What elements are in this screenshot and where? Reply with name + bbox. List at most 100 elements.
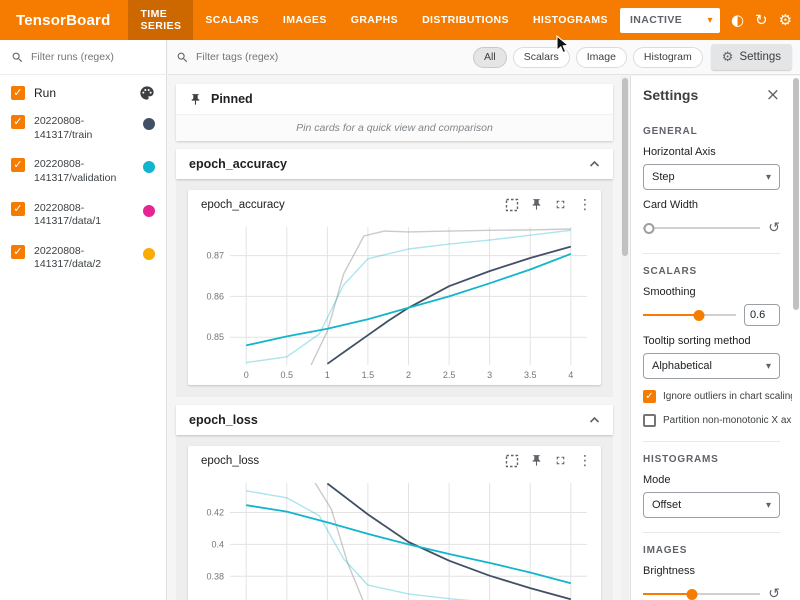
- settings-button[interactable]: ⚙ Settings: [711, 44, 792, 70]
- fullscreen-icon[interactable]: [554, 198, 567, 211]
- run-checkbox[interactable]: ✓: [11, 202, 25, 216]
- refresh-icon[interactable]: ↻: [755, 13, 768, 28]
- runs-filter-row: [0, 40, 166, 75]
- smoothing-slider[interactable]: [643, 304, 736, 326]
- section-heading: SCALARS: [643, 266, 780, 277]
- partition-x-axis-checkbox[interactable]: [643, 414, 656, 427]
- more-options-icon[interactable]: ⋮: [578, 197, 592, 213]
- chip-all[interactable]: All: [473, 47, 507, 68]
- section-header-epoch-accuracy[interactable]: epoch_accuracy: [176, 149, 613, 179]
- chart-card-title: epoch_loss: [201, 455, 259, 467]
- chip-histogram[interactable]: Histogram: [633, 47, 703, 68]
- fullscreen-icon[interactable]: [554, 454, 567, 467]
- status-dropdown[interactable]: INACTIVE ▾: [620, 8, 720, 33]
- chevron-up-icon[interactable]: [589, 416, 600, 424]
- tab-graphs[interactable]: GRAPHS: [339, 0, 410, 40]
- tag-filter-bar: All Scalars Image Histogram ⚙ Settings: [168, 40, 800, 75]
- main-scrollbar: [621, 76, 629, 600]
- section-title: epoch_loss: [189, 413, 258, 427]
- chart-card-header: epoch_loss ⋮: [188, 446, 601, 475]
- smoothing-value-input[interactable]: [744, 304, 780, 326]
- tooltip-sorting-select[interactable]: Alphabetical ▾: [643, 353, 780, 379]
- runs-header-row: ✓ Run: [0, 75, 166, 107]
- settings-section-images: IMAGES Brightness ↺ Contrast ↺: [643, 533, 780, 600]
- tab-time-series[interactable]: TIME SERIES: [128, 0, 193, 40]
- slider-thumb[interactable]: [687, 589, 698, 600]
- ignore-outliers-row: ✓ Ignore outliers in chart scaling: [643, 390, 780, 403]
- fit-domain-icon[interactable]: [505, 198, 519, 212]
- chip-scalars[interactable]: Scalars: [513, 47, 570, 68]
- svg-text:0.4: 0.4: [211, 539, 224, 549]
- fit-domain-icon[interactable]: [505, 454, 519, 468]
- card-width-slider[interactable]: [643, 217, 760, 239]
- svg-text:2: 2: [406, 370, 411, 380]
- dark-mode-toggle-icon[interactable]: ◐: [731, 13, 744, 28]
- section-heading: IMAGES: [643, 545, 780, 556]
- run-row-validation[interactable]: ✓ 20220808-141317/validation: [0, 150, 166, 193]
- run-checkbox[interactable]: ✓: [11, 158, 25, 172]
- svg-text:2.5: 2.5: [443, 370, 456, 380]
- tab-histograms[interactable]: HISTOGRAMS: [521, 0, 620, 40]
- settings-section-scalars: SCALARS Smoothing Tooltip sorting method…: [643, 254, 780, 442]
- slider-thumb[interactable]: [693, 310, 704, 321]
- histogram-mode-select[interactable]: Offset ▾: [643, 492, 780, 518]
- pinned-card: Pinned Pin cards for a quick view and co…: [176, 84, 613, 141]
- tab-images[interactable]: IMAGES: [271, 0, 339, 40]
- reset-icon[interactable]: ↺: [768, 586, 780, 600]
- run-checkbox[interactable]: ✓: [11, 245, 25, 259]
- svg-text:3.5: 3.5: [524, 370, 537, 380]
- section-body: epoch_loss ⋮: [176, 435, 613, 600]
- chevron-down-icon: ▾: [766, 172, 771, 183]
- gear-icon: ⚙: [722, 50, 734, 65]
- pin-icon: [189, 93, 202, 106]
- svg-text:0.5: 0.5: [281, 370, 294, 380]
- chevron-down-icon: ▾: [766, 500, 771, 511]
- runs-sidebar: ✓ Run ✓ 20220808-141317/train ✓ 20220808…: [0, 40, 167, 600]
- settings-scrollbar: [792, 76, 800, 600]
- main-scrollbar-thumb[interactable]: [622, 78, 628, 256]
- section-heading: GENERAL: [643, 126, 780, 137]
- app-header: TensorBoard TIME SERIES SCALARS IMAGES G…: [0, 0, 800, 40]
- main-nav-tabs: TIME SERIES SCALARS IMAGES GRAPHS DISTRI…: [128, 0, 620, 40]
- pin-card-icon[interactable]: [530, 198, 543, 211]
- tag-filter-input[interactable]: [196, 51, 465, 63]
- line-chart-epoch-accuracy[interactable]: 00.511.522.533.540.850.860.87: [188, 219, 601, 385]
- chevron-down-icon: ▾: [708, 15, 713, 26]
- tab-scalars[interactable]: SCALARS: [193, 0, 271, 40]
- run-checkbox[interactable]: ✓: [11, 115, 25, 129]
- settings-scrollbar-thumb[interactable]: [793, 78, 799, 310]
- run-row-train[interactable]: ✓ 20220808-141317/train: [0, 107, 166, 150]
- line-chart-epoch-loss[interactable]: 00.511.522.533.540.360.380.40.42: [188, 475, 601, 600]
- settings-panel-title: Settings: [643, 87, 698, 103]
- tab-distributions[interactable]: DISTRIBUTIONS: [410, 0, 521, 40]
- pin-card-icon[interactable]: [530, 454, 543, 467]
- chevron-up-icon[interactable]: [589, 160, 600, 168]
- settings-gear-icon[interactable]: ⚙: [779, 13, 792, 28]
- runs-filter-input[interactable]: [31, 51, 155, 63]
- brightness-slider[interactable]: [643, 583, 760, 600]
- section-header-epoch-loss[interactable]: epoch_loss: [176, 405, 613, 435]
- search-icon: [176, 51, 189, 64]
- chip-image[interactable]: Image: [576, 47, 627, 68]
- section-body: epoch_accuracy ⋮: [176, 179, 613, 397]
- reset-icon[interactable]: ↺: [768, 220, 780, 236]
- run-row-data-1[interactable]: ✓ 20220808-141317/data/1: [0, 194, 166, 237]
- cards-scroll-area: Pinned Pin cards for a quick view and co…: [168, 76, 621, 600]
- svg-text:0.38: 0.38: [206, 571, 224, 581]
- settings-section-general: GENERAL Horizontal Axis Step ▾ Card Widt…: [643, 114, 780, 254]
- ignore-outliers-checkbox[interactable]: ✓: [643, 390, 656, 403]
- more-options-icon[interactable]: ⋮: [578, 453, 592, 469]
- pinned-title: Pinned: [211, 92, 253, 106]
- run-select-all-checkbox[interactable]: ✓: [11, 86, 25, 100]
- pinned-empty-message: Pin cards for a quick view and compariso…: [176, 114, 613, 141]
- svg-text:0.85: 0.85: [206, 332, 224, 342]
- palette-icon[interactable]: [139, 85, 155, 101]
- run-row-data-2[interactable]: ✓ 20220808-141317/data/2: [0, 237, 166, 280]
- section-heading: HISTOGRAMS: [643, 454, 780, 465]
- run-name: 20220808-141317/data/2: [34, 245, 134, 272]
- horizontal-axis-select[interactable]: Step ▾: [643, 164, 780, 190]
- slider-thumb[interactable]: [644, 223, 655, 234]
- chevron-down-icon: ▾: [766, 361, 771, 372]
- svg-text:0.86: 0.86: [206, 291, 224, 301]
- close-icon[interactable]: ×: [766, 87, 780, 104]
